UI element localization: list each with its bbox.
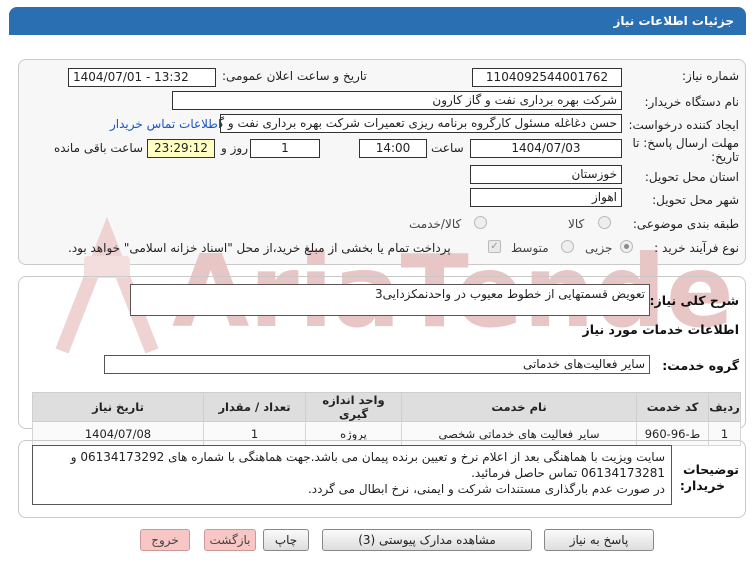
- buyer-notes-field: سایت ویزیت با هماهنگی بعد از اعلام نرخ و…: [32, 445, 672, 505]
- services-section-title: اطلاعات خدمات مورد نیاز: [582, 322, 740, 337]
- category-radio-goods-service[interactable]: [474, 216, 487, 229]
- city-field: اهواز: [470, 188, 622, 207]
- view-attachments-button[interactable]: مشاهده مدارک پیوستی (3): [322, 529, 532, 551]
- process-radio-minor[interactable]: [620, 240, 633, 253]
- province-label: استان محل تحویل:: [644, 170, 739, 184]
- days-label: روز و: [221, 141, 248, 155]
- process-option-minor: جزیی: [585, 241, 613, 255]
- category-label: طبقه بندی موضوعی:: [632, 217, 739, 231]
- announce-label: تاریخ و ساعت اعلان عمومی:: [222, 69, 367, 83]
- reply-button[interactable]: پاسخ به نیاز: [544, 529, 654, 551]
- deadline-date-field: 1404/07/03: [470, 139, 622, 158]
- payment-note: پرداخت تمام یا بخشی از مبلغ خرید،از محل …: [68, 241, 451, 255]
- deadline-time-field: 14:00: [359, 139, 427, 158]
- summary-label: شرح کلی نیاز:: [649, 293, 739, 308]
- notes-line-2: 06134173281 تماس حاصل فرمائید.: [471, 466, 665, 480]
- treasury-checkbox[interactable]: ✓: [488, 240, 501, 253]
- page-header: جزئیات اطلاعات نیاز: [0, 0, 755, 40]
- category-radio-goods[interactable]: [598, 216, 611, 229]
- table-header-row: ردیف کد خدمت نام خدمت واحد اندازه گیری ت…: [32, 392, 741, 422]
- notes-label-buyer: خریدار:: [679, 478, 725, 493]
- creator-field: حسن دغاغله مسئول کارگروه برنامه ریزی تعم…: [220, 114, 622, 133]
- print-button[interactable]: چاپ: [263, 529, 309, 551]
- process-radio-medium[interactable]: [561, 240, 574, 253]
- province-field: خوزستان: [470, 165, 622, 184]
- time-label: ساعت: [431, 141, 464, 155]
- category-option-goods-service: کالا/خدمت: [409, 217, 462, 231]
- days-field: 1: [250, 139, 320, 158]
- summary-field: تعویض قسمتهایی از خطوط معیوب در واحدنمکز…: [130, 284, 650, 316]
- buyer-label: نام دستگاه خریدار:: [644, 95, 740, 109]
- service-group-field: سایر فعالیت‌های خدماتی: [104, 355, 650, 374]
- col-header-quantity: تعداد / مقدار: [203, 392, 306, 422]
- col-header-service-name: نام خدمت: [401, 392, 637, 422]
- process-option-medium: متوسط: [511, 241, 549, 255]
- deadline-label: مهلت ارسال پاسخ: تا: [632, 136, 739, 150]
- need-number-label: شماره نیاز:: [682, 69, 739, 83]
- page-title: جزئیات اطلاعات نیاز: [9, 7, 746, 35]
- notes-line-3: در صورت عدم بارگذاری مستندات شرکت و ایمن…: [307, 482, 665, 496]
- remaining-time-field: 23:29:12: [147, 139, 215, 158]
- creator-label: ایجاد کننده درخواست:: [628, 118, 739, 132]
- city-label: شهر محل تحویل:: [652, 193, 739, 207]
- announce-field: 1404/07/01 - 13:32: [68, 68, 216, 87]
- deadline-label-date: تاریخ:: [711, 150, 739, 164]
- exit-button[interactable]: خروج: [140, 529, 190, 551]
- process-label: نوع فرآیند خرید :: [654, 241, 739, 255]
- back-button[interactable]: بازگشت: [204, 529, 256, 551]
- col-header-need-date: تاریخ نیاز: [32, 392, 204, 422]
- buyer-field: شرکت بهره برداری نفت و گاز کارون: [172, 91, 622, 110]
- category-option-goods: کالا: [568, 217, 585, 231]
- col-header-row-number: ردیف: [708, 392, 741, 422]
- notes-label: توضیحات: [683, 462, 739, 477]
- notes-line-1: سایت ویزیت با هماهنگی بعد از اعلام نرخ و…: [70, 450, 665, 464]
- buyer-contact-link[interactable]: اطلاعات تماس خریدار: [110, 117, 221, 131]
- service-group-label: گروه خدمت:: [662, 358, 739, 373]
- col-header-unit: واحد اندازه گیری: [305, 392, 402, 422]
- remaining-label: ساعت باقی مانده: [54, 141, 144, 155]
- need-number-field: 1104092544001762: [472, 68, 622, 87]
- col-header-service-code: کد خدمت: [636, 392, 709, 422]
- services-table: ردیف کد خدمت نام خدمت واحد اندازه گیری ت…: [32, 392, 741, 446]
- info-panel: [18, 59, 746, 265]
